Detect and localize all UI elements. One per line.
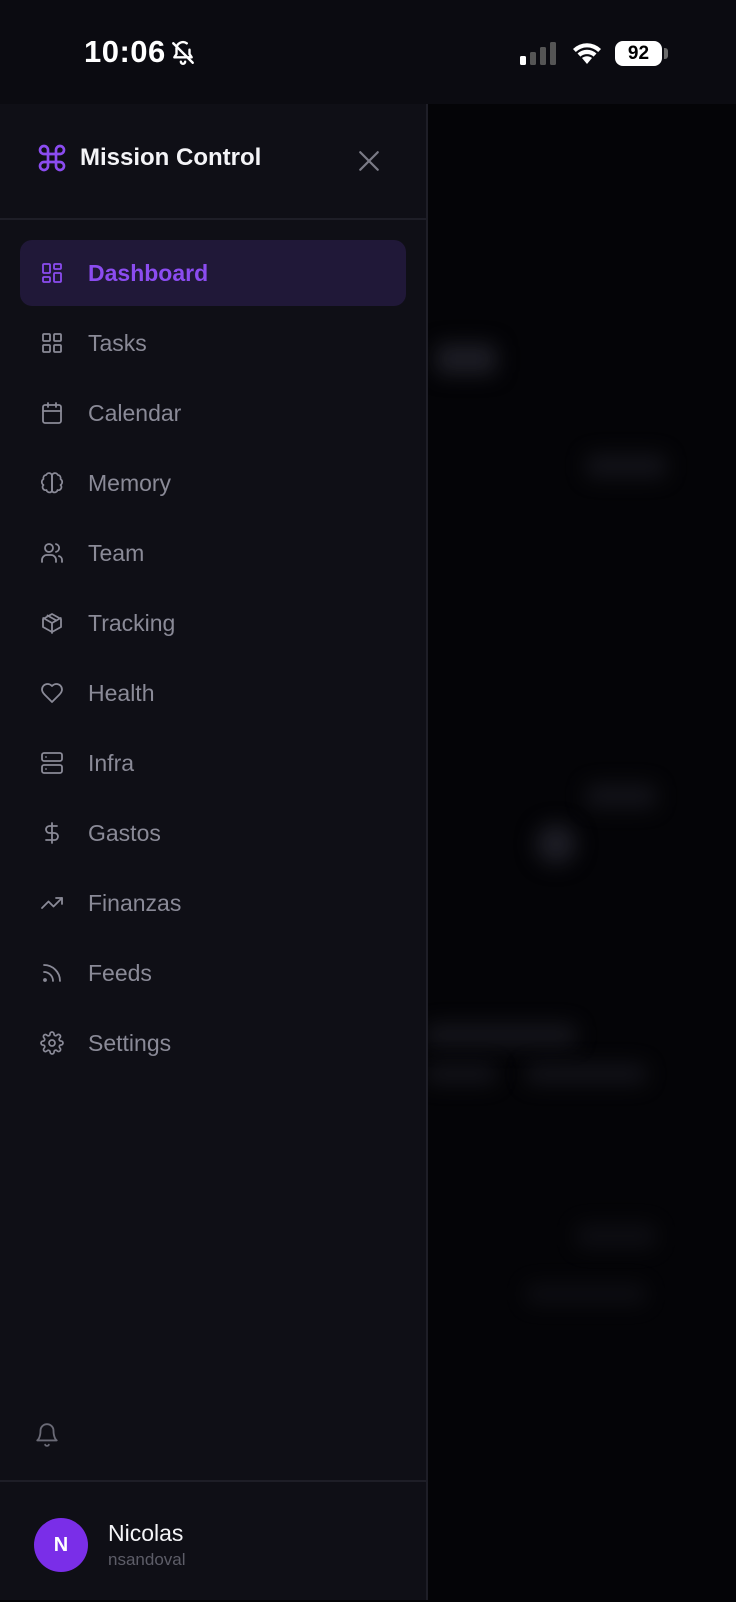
sidebar-item-team[interactable]: Team — [20, 520, 406, 586]
user-name[interactable]: Nicolas — [108, 1520, 183, 1547]
heart-icon — [41, 683, 63, 703]
sidebar-item-label: Dashboard — [88, 260, 209, 286]
sidebar-item-calendar[interactable]: Calendar — [20, 380, 406, 446]
sidebar-item-label: Team — [88, 540, 145, 566]
sidebar-item-memory[interactable]: Memory — [20, 450, 406, 516]
sidebar-item-label: Memory — [88, 470, 172, 496]
notifications-button[interactable] — [34, 1422, 62, 1450]
side-drawer: Mission Control Dashboard Tasks Calendar… — [0, 104, 428, 1600]
sidebar-item-label: Tasks — [88, 330, 147, 356]
battery-nub — [664, 48, 668, 59]
sidebar-item-label: Finanzas — [88, 890, 182, 916]
package-icon — [42, 613, 62, 634]
command-icon — [36, 142, 68, 179]
drawer-header: Mission Control — [0, 104, 426, 220]
blurred-backdrop[interactable] — [426, 104, 736, 1600]
trending-up-icon — [41, 897, 63, 909]
rss-icon — [43, 964, 61, 982]
dashboard-icon — [42, 263, 62, 283]
sidebar-item-label: Health — [88, 680, 155, 706]
close-icon — [359, 151, 379, 171]
users-icon — [41, 543, 63, 563]
bell-off-icon — [170, 40, 196, 71]
sidebar-item-label: Settings — [88, 1030, 172, 1056]
sidebar-item-health[interactable]: Health — [20, 660, 406, 726]
sidebar-item-label: Feeds — [88, 960, 152, 986]
brain-icon — [41, 472, 63, 494]
gear-icon — [40, 1031, 64, 1055]
app-title: Mission Control — [80, 144, 262, 171]
server-icon — [41, 752, 63, 774]
sidebar-item-label: Infra — [88, 750, 135, 776]
bell-icon — [36, 1423, 58, 1447]
status-time: 10:06 — [84, 34, 166, 69]
sidebar-item-dashboard[interactable]: Dashboard — [20, 240, 406, 306]
close-drawer-button[interactable] — [354, 146, 384, 176]
battery-level: 92 — [615, 41, 662, 66]
sidebar-item-tracking[interactable]: Tracking — [20, 590, 406, 656]
user-footer: N Nicolas nsandoval — [0, 1480, 426, 1602]
sidebar-item-settings[interactable]: Settings — [20, 1010, 406, 1076]
user-handle: nsandoval — [108, 1550, 186, 1569]
sidebar-item-feeds[interactable]: Feeds — [20, 940, 406, 1006]
sidebar-item-finanzas[interactable]: Finanzas — [20, 870, 406, 936]
sidebar-item-gastos[interactable]: Gastos — [20, 800, 406, 866]
avatar[interactable]: N — [34, 1518, 88, 1572]
sidebar-item-label: Gastos — [88, 820, 161, 846]
calendar-icon — [42, 402, 62, 424]
nav-list: Dashboard Tasks Calendar Memory Team Tra… — [20, 240, 406, 1080]
sidebar-item-label: Tracking — [88, 610, 176, 636]
dollar-icon — [45, 822, 59, 844]
status-bar: 10:06 92 — [0, 0, 736, 104]
sidebar-item-infra[interactable]: Infra — [20, 730, 406, 796]
grid-icon — [42, 333, 62, 353]
wifi-icon — [570, 40, 604, 71]
cellular-signal-icon — [520, 42, 560, 71]
sidebar-item-label: Calendar — [88, 400, 182, 426]
sidebar-item-tasks[interactable]: Tasks — [20, 310, 406, 376]
